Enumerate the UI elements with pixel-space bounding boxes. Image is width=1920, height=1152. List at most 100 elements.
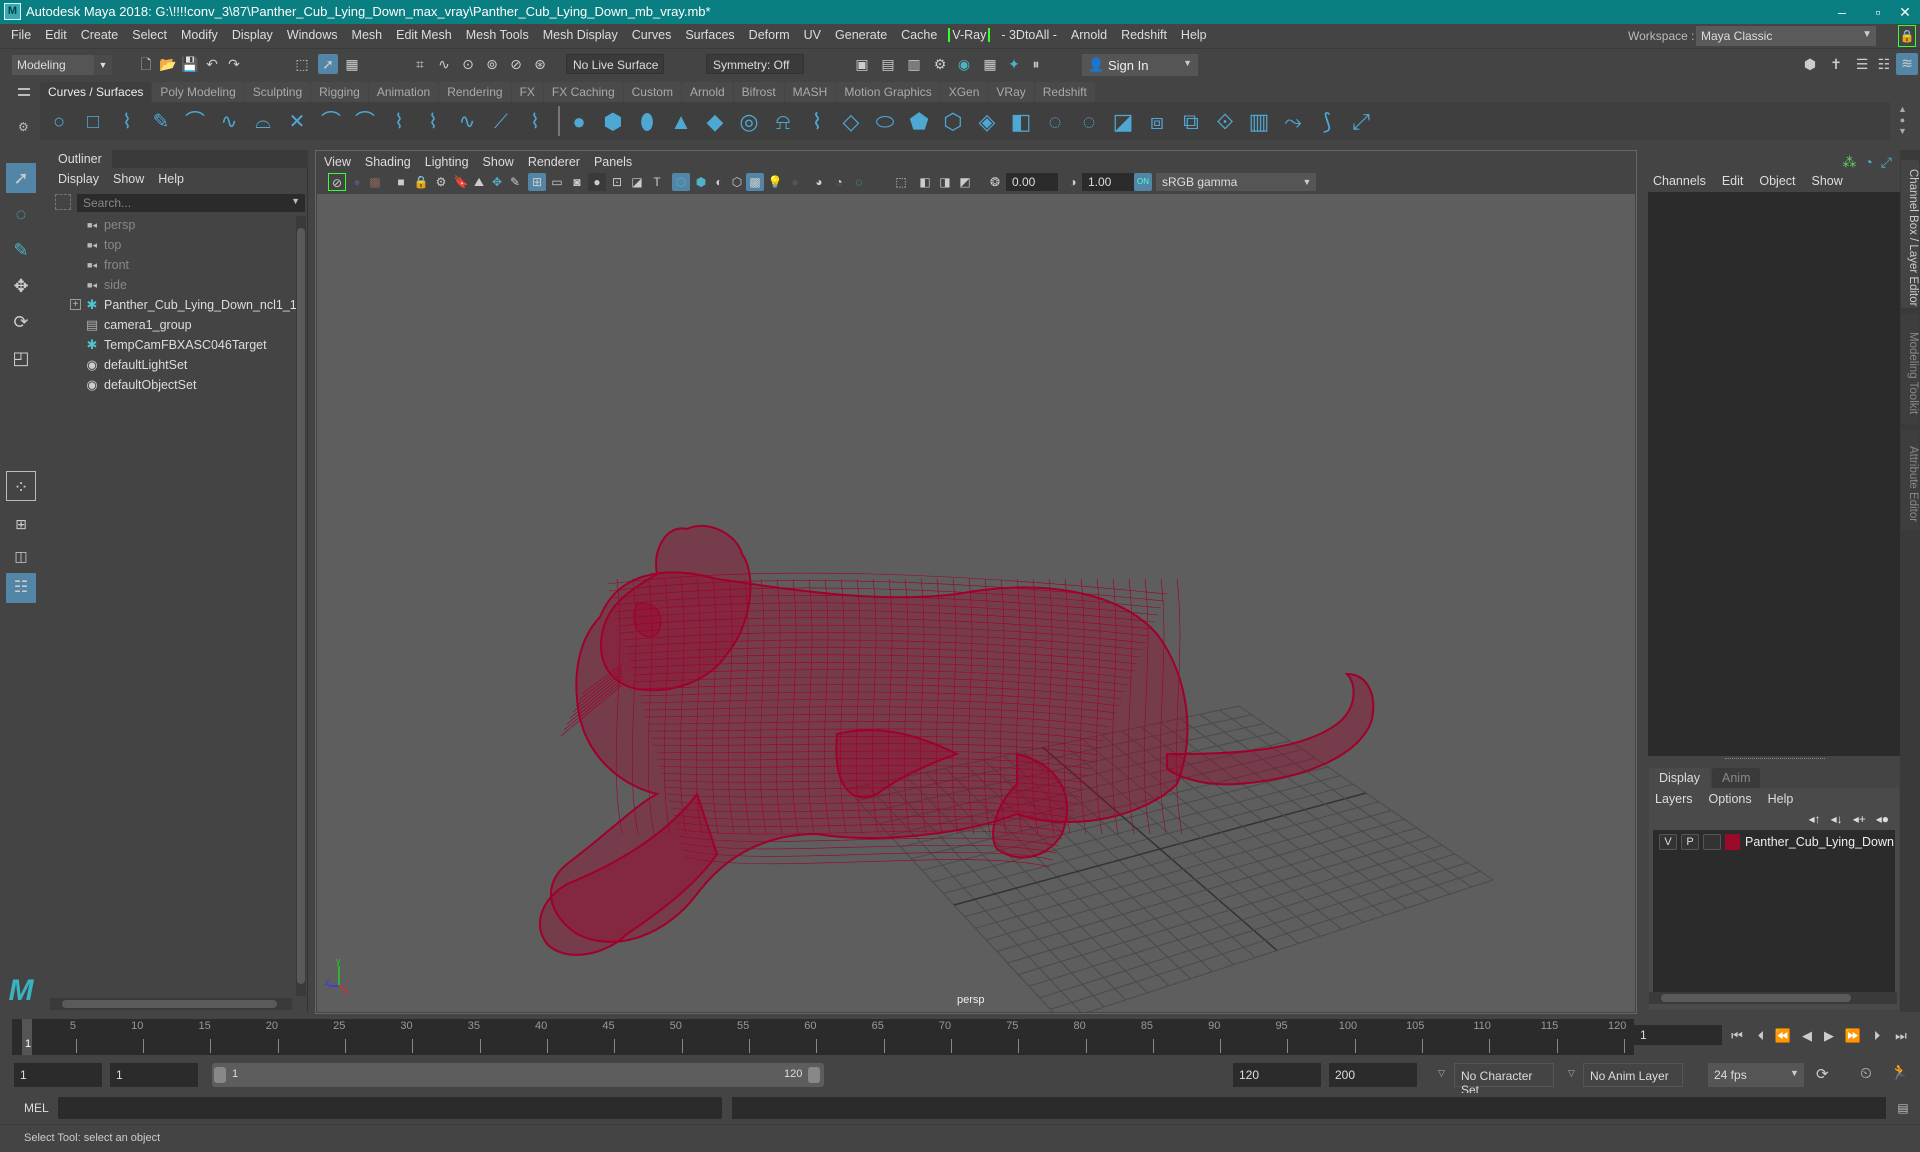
- menu-set-select[interactable]: Modeling ▼: [12, 55, 112, 75]
- undo-icon[interactable]: ↶: [202, 54, 222, 74]
- menu-mesh-tools[interactable]: Mesh Tools: [459, 28, 536, 42]
- redo-icon[interactable]: ↷: [224, 54, 244, 74]
- command-input[interactable]: [58, 1097, 722, 1119]
- outliner-item-tempcamfbxasc046target[interactable]: ✱ TempCamFBXASC046Target: [50, 336, 290, 356]
- shelf-scroll[interactable]: ▲ ● ▼: [1898, 104, 1907, 137]
- chevron-down-icon[interactable]: ▼: [1790, 1068, 1799, 1078]
- channel-box-icon[interactable]: ≋: [1896, 53, 1918, 75]
- outliner-item-defaultlightset[interactable]: ◉ defaultLightSet: [50, 356, 290, 376]
- shadows-icon[interactable]: ●: [786, 173, 804, 191]
- image-plane-icon[interactable]: ⛰: [470, 173, 488, 191]
- shelf-tab-rigging[interactable]: Rigging: [311, 82, 368, 102]
- gate-mask-icon[interactable]: ●: [588, 173, 606, 191]
- shelf-tab-poly-modeling[interactable]: Poly Modeling: [152, 82, 244, 102]
- menu-3dtoall[interactable]: - 3DtoAll -: [994, 28, 1064, 42]
- speed-icon[interactable]: ◔: [1864, 154, 1872, 171]
- layer-playback-toggle[interactable]: P: [1681, 834, 1699, 850]
- auto-key-icon[interactable]: ⏲: [1860, 1065, 1872, 1082]
- shelf-settings-icon[interactable]: ⚙: [18, 120, 29, 134]
- symmetry-field[interactable]: Symmetry: Off: [706, 54, 804, 74]
- snap-grid-icon[interactable]: ⌗: [410, 54, 430, 74]
- menu-surfaces[interactable]: Surfaces: [678, 28, 741, 42]
- open-scene-icon[interactable]: 📂: [158, 54, 178, 74]
- detach-surfaces-icon[interactable]: ⧉: [1178, 110, 1204, 134]
- default-material-icon[interactable]: ◐: [710, 173, 728, 191]
- move-layer-down-icon[interactable]: ◂↓: [1831, 812, 1843, 826]
- create-layer-icon[interactable]: ◂+: [1853, 812, 1866, 826]
- anti-aliasing-icon[interactable]: ◌: [850, 173, 868, 191]
- shelf-tab-custom[interactable]: Custom: [623, 82, 681, 102]
- scrollbar-thumb[interactable]: [297, 228, 305, 984]
- square-surface-icon[interactable]: ◧: [1008, 110, 1034, 134]
- safe-action-icon[interactable]: ◪: [628, 173, 646, 191]
- insert-knot-icon[interactable]: ⌇: [522, 110, 548, 134]
- vray-toggle-icon[interactable]: ⊘: [328, 173, 346, 191]
- boundary-icon[interactable]: ◈: [974, 110, 1000, 134]
- go-to-start-icon[interactable]: ⏮: [1728, 1027, 1746, 1045]
- shelf-tab-vray[interactable]: VRay: [988, 82, 1034, 102]
- scale-tool-icon[interactable]: ◰: [6, 343, 36, 373]
- nurbs-torus-icon[interactable]: ◎: [736, 110, 762, 134]
- menu-vray[interactable]: V-Ray: [948, 28, 991, 42]
- playback-start-field[interactable]: 1: [110, 1063, 198, 1087]
- detach-curves-icon[interactable]: ∿: [454, 110, 480, 134]
- wireframe-icon[interactable]: ⬡: [672, 173, 690, 191]
- field-chart-icon[interactable]: ⊡: [608, 173, 626, 191]
- hyperbolic-icon[interactable]: ⤢: [1881, 154, 1892, 171]
- modeling-toolkit-icon[interactable]: ⬢: [1800, 54, 1820, 74]
- human-ik-icon[interactable]: ✝: [1826, 54, 1846, 74]
- viewport-canvas[interactable]: y z x persp: [317, 194, 1635, 1012]
- menu-mesh-display[interactable]: Mesh Display: [536, 28, 625, 42]
- nurbs-circle-icon[interactable]: ○: [46, 110, 72, 134]
- script-editor-icon[interactable]: ▤: [1894, 1099, 1912, 1117]
- pause-render-icon[interactable]: ⏸: [1026, 54, 1046, 74]
- untrim-icon[interactable]: ◌: [1076, 110, 1102, 134]
- smooth-shade-icon[interactable]: ⬢: [692, 173, 710, 191]
- tab-channel-box-layer-editor[interactable]: Channel Box / Layer Editor: [1901, 160, 1919, 308]
- shelf-tab-redshift[interactable]: Redshift: [1034, 82, 1095, 102]
- loop-icon[interactable]: ⟳: [1816, 1065, 1829, 1083]
- menu-select[interactable]: Select: [125, 28, 174, 42]
- outliner-item-side[interactable]: ■◂ side: [50, 276, 290, 296]
- surface-fillet-icon[interactable]: ⟆: [1314, 110, 1340, 134]
- film-gate-icon[interactable]: ▭: [548, 173, 566, 191]
- menu-file[interactable]: File: [4, 28, 38, 42]
- shelf-tab-sculpting[interactable]: Sculpting: [244, 82, 311, 102]
- shelf-tab-bifrost[interactable]: Bifrost: [733, 82, 784, 102]
- chevron-down-icon[interactable]: ▽: [1438, 1068, 1445, 1079]
- ep-curve-icon[interactable]: ⌒: [182, 110, 208, 134]
- gamma-field[interactable]: 1.00: [1082, 173, 1134, 191]
- outliner-layout-icon[interactable]: ☷: [6, 573, 36, 603]
- paint-select-tool-icon[interactable]: ✎: [6, 235, 36, 265]
- outliner-horizontal-scrollbar[interactable]: [50, 998, 292, 1010]
- channel-box-menu-object[interactable]: Object: [1759, 174, 1795, 188]
- shelf-tab-rendering[interactable]: Rendering: [439, 82, 511, 102]
- persp-outliner-layout-icon[interactable]: ◫: [6, 541, 36, 571]
- outliner-menu-display[interactable]: Display: [58, 172, 99, 186]
- rebuild-curve-icon[interactable]: ⟋: [488, 110, 514, 134]
- time-slider-track[interactable]: 1 5 10 15 20 25 30 35 40 45 50 55 60 65 70 75 80 85 90 95 1…: [12, 1019, 1634, 1055]
- render-settings-icon[interactable]: ⚙: [930, 54, 950, 74]
- shelf-tab-animation[interactable]: Animation: [368, 82, 439, 102]
- play-forwards-icon[interactable]: ▶: [1820, 1027, 1838, 1045]
- extend-surface-icon[interactable]: ⤢: [1348, 110, 1374, 134]
- nurbs-cube-icon[interactable]: ⬢: [600, 110, 626, 134]
- sculpt-geometry-icon[interactable]: ⟐: [1212, 110, 1238, 134]
- lasso-tool-icon[interactable]: ◌: [6, 199, 36, 229]
- shelf-tab-fx[interactable]: FX: [511, 82, 543, 102]
- layer-horizontal-scrollbar[interactable]: [1649, 992, 1897, 1004]
- viewport-menu-renderer[interactable]: Renderer: [528, 155, 580, 169]
- use-all-lights-icon[interactable]: 💡: [766, 173, 784, 191]
- three-point-arc-icon[interactable]: ⌓: [250, 110, 276, 134]
- intersect-surfaces-icon[interactable]: ◪: [1110, 110, 1136, 134]
- outliner-search-input[interactable]: Search... ▼: [77, 194, 305, 212]
- shelf-tab-curves-surfaces[interactable]: Curves / Surfaces: [40, 82, 152, 102]
- color-management-toggle[interactable]: ON: [1134, 173, 1152, 191]
- menu-edit[interactable]: Edit: [38, 28, 74, 42]
- menu-help[interactable]: Help: [1174, 28, 1214, 42]
- menu-edit-mesh[interactable]: Edit Mesh: [389, 28, 459, 42]
- anim-layer-select[interactable]: No Anim Layer: [1583, 1063, 1683, 1087]
- camera-attributes-icon[interactable]: ⚙: [432, 173, 450, 191]
- close-button[interactable]: ✕: [1890, 2, 1920, 22]
- live-surface-field[interactable]: No Live Surface: [566, 54, 664, 74]
